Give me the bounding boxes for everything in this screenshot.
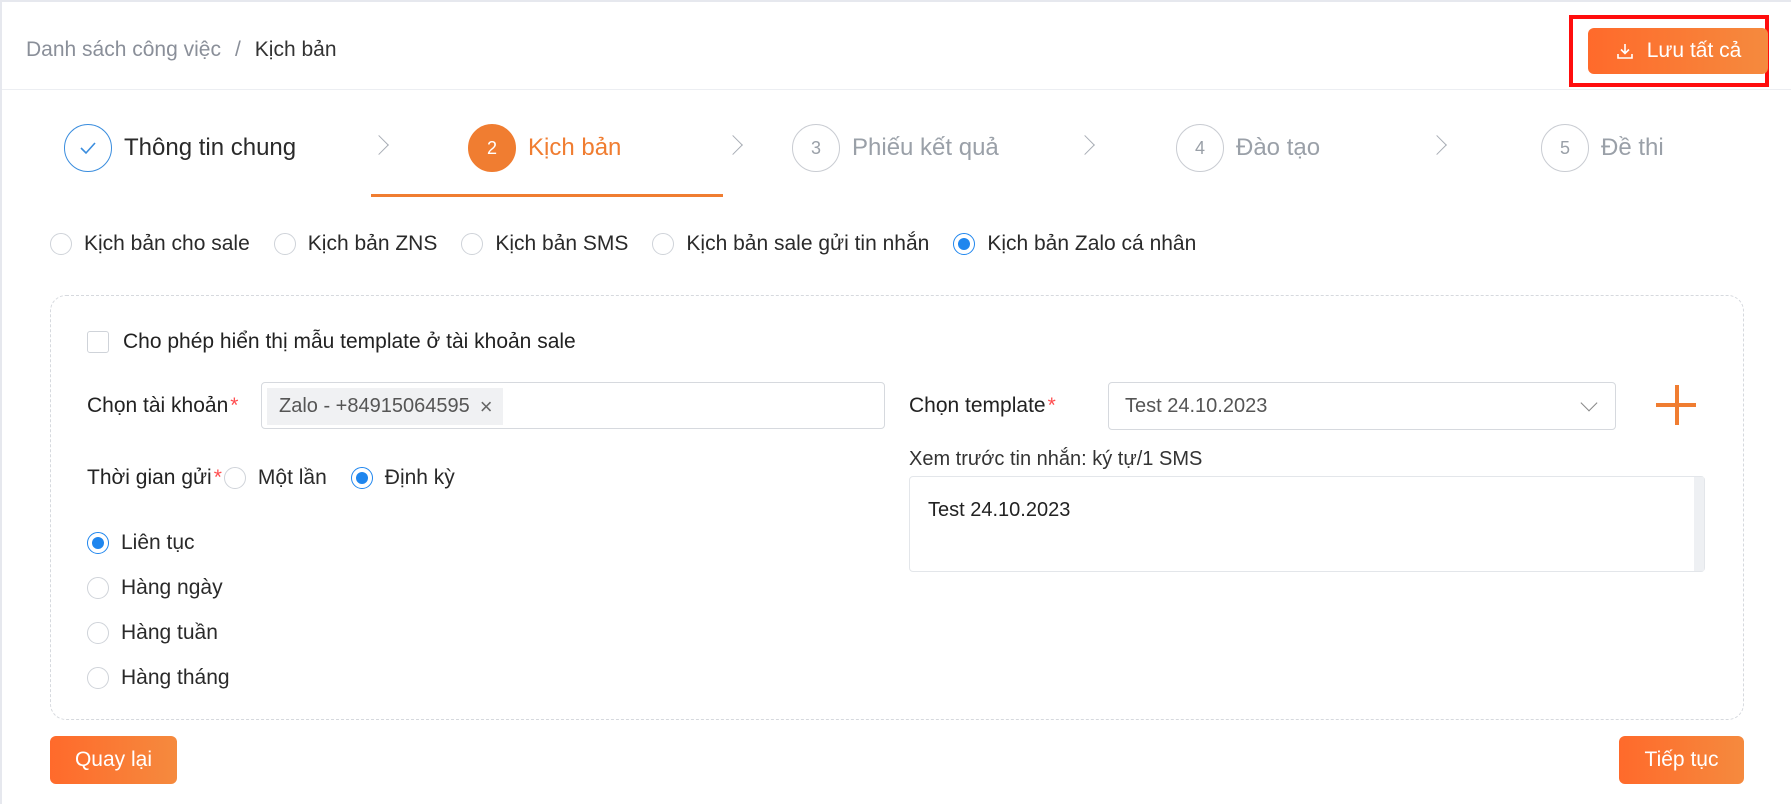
breadcrumb: Danh sách công việc / Kịch bản — [26, 38, 337, 62]
save-all-button[interactable]: Lưu tất cả — [1588, 28, 1768, 74]
radio-label: Hàng tuần — [121, 620, 218, 644]
breadcrumb-current: Kịch bản — [254, 38, 337, 61]
template-select-value: Test 24.10.2023 — [1125, 394, 1268, 417]
radio-label: Kịch bản SMS — [495, 232, 629, 255]
radio-label: Kịch bản sale gửi tin nhắn — [686, 232, 930, 255]
radio-circle[interactable] — [461, 233, 484, 255]
radio-circle[interactable] — [223, 467, 246, 489]
step-number: 4 — [1176, 124, 1224, 172]
step-label: Phiếu kết quả — [852, 134, 999, 161]
show-template-label: Cho phép hiển thị mẫu template ở tài kho… — [123, 330, 576, 353]
template-select[interactable]: Test 24.10.2023 — [1108, 382, 1616, 430]
page: Danh sách công việc / Kịch bản Lưu tất c… — [0, 0, 1791, 804]
close-icon[interactable]: × — [480, 395, 493, 418]
breadcrumb-separator: / — [234, 38, 241, 61]
preview-content: Test 24.10.2023 — [928, 499, 1071, 521]
show-template-checkbox[interactable] — [87, 331, 109, 353]
radio-script-zns[interactable]: Kịch bản ZNS — [273, 232, 438, 256]
chevron-right-icon — [1075, 135, 1095, 155]
active-step-underline — [371, 194, 723, 197]
step-number: 3 — [792, 124, 840, 172]
check-icon — [64, 124, 112, 172]
step-number: 5 — [1541, 124, 1589, 172]
radio-script-sale-message[interactable]: Kịch bản sale gửi tin nhắn — [652, 232, 929, 256]
radio-script-sale[interactable]: Kịch bản cho sale — [50, 232, 250, 256]
step-result-form[interactable]: 3 Phiếu kết quả — [792, 124, 999, 172]
radio-script-sms[interactable]: Kịch bản SMS — [461, 232, 628, 256]
step-label: Đề thi — [1601, 134, 1664, 161]
radio-send-periodic[interactable]: Định kỳ — [350, 466, 455, 490]
step-training[interactable]: 4 Đào tạo — [1176, 124, 1320, 172]
step-number: 2 — [468, 124, 516, 172]
radio-label: Hàng tháng — [121, 665, 230, 689]
send-time-label-text: Thời gian gửi — [87, 466, 212, 489]
script-type-radio-group: Kịch bản cho sale Kịch bản ZNS Kịch bản … — [50, 232, 1220, 256]
radio-circle[interactable] — [87, 576, 109, 599]
required-mark: * — [1047, 394, 1056, 417]
radio-circle[interactable] — [87, 621, 109, 644]
step-general-info[interactable]: Thông tin chung — [64, 124, 296, 172]
radio-circle-checked[interactable] — [87, 531, 109, 554]
radio-label: Kịch bản cho sale — [84, 232, 250, 255]
account-select[interactable]: Zalo - +84915064595 × — [261, 382, 885, 429]
chevron-right-icon — [369, 135, 389, 155]
radio-circle-checked[interactable] — [953, 233, 976, 255]
step-bar: Thông tin chung 2 Kịch bản 3 Phiếu kết q… — [2, 102, 1791, 202]
required-mark: * — [230, 394, 239, 417]
message-preview: Test 24.10.2023 — [909, 476, 1705, 572]
preview-label: Xem trước tin nhắn: ký tự/1 SMS — [909, 448, 1203, 470]
chevron-right-icon — [723, 135, 743, 155]
save-all-label: Lưu tất cả — [1646, 39, 1742, 62]
send-time-row: Thời gian gửi* Một lần Định kỳ — [87, 466, 479, 490]
step-label: Đào tạo — [1236, 134, 1321, 161]
radio-circle[interactable] — [273, 233, 296, 255]
script-config-panel: Cho phép hiển thị mẫu template ở tài kho… — [50, 295, 1744, 720]
radio-label: Một lần — [257, 466, 327, 489]
chevron-down-icon — [1580, 394, 1598, 412]
step-label: Kịch bản — [528, 134, 622, 161]
preview-scrollbar[interactable] — [1694, 477, 1704, 571]
step-script[interactable]: 2 Kịch bản — [468, 124, 621, 172]
radio-frequency-continuous[interactable]: Liên tục — [87, 530, 230, 555]
step-label: Thông tin chung — [124, 134, 297, 161]
radio-circle[interactable] — [87, 666, 109, 689]
radio-frequency-monthly[interactable]: Hàng tháng — [87, 665, 230, 690]
radio-label: Định kỳ — [384, 466, 455, 489]
account-label-text: Chọn tài khoản — [87, 394, 229, 417]
send-time-label: Thời gian gửi* — [87, 466, 222, 490]
radio-send-once[interactable]: Một lần — [223, 466, 327, 490]
chevron-right-icon — [1427, 135, 1447, 155]
radio-circle[interactable] — [652, 233, 675, 255]
template-field-label: Chọn template* — [909, 394, 1056, 418]
radio-label: Kịch bản ZNS — [307, 232, 438, 255]
required-mark: * — [213, 466, 222, 489]
download-icon — [1616, 44, 1633, 59]
account-field-label: Chọn tài khoản* — [87, 394, 238, 418]
radio-frequency-daily[interactable]: Hàng ngày — [87, 575, 230, 600]
account-tag-label: Zalo - +84915064595 — [279, 395, 470, 417]
radio-script-zalo-personal[interactable]: Kịch bản Zalo cá nhân — [953, 232, 1196, 256]
step-exam[interactable]: 5 Đề thi — [1541, 124, 1664, 172]
radio-circle-checked[interactable] — [350, 467, 373, 489]
add-template-plus-icon[interactable] — [1653, 382, 1699, 428]
radio-label: Liên tục — [121, 530, 195, 554]
show-template-option[interactable]: Cho phép hiển thị mẫu template ở tài kho… — [87, 330, 576, 354]
template-label-text: Chọn template — [909, 394, 1046, 417]
next-button[interactable]: Tiếp tục — [1619, 736, 1744, 784]
frequency-radio-group: Liên tục Hàng ngày Hàng tuần Hàng tháng — [87, 530, 254, 690]
back-button[interactable]: Quay lại — [50, 736, 177, 784]
header: Danh sách công việc / Kịch bản Lưu tất c… — [2, 2, 1791, 90]
breadcrumb-parent-link[interactable]: Danh sách công việc — [26, 38, 221, 62]
account-tag: Zalo - +84915064595 × — [267, 388, 503, 425]
radio-label: Hàng ngày — [121, 575, 223, 599]
radio-circle[interactable] — [50, 233, 72, 255]
radio-frequency-weekly[interactable]: Hàng tuần — [87, 620, 230, 645]
radio-label: Kịch bản Zalo cá nhân — [987, 232, 1197, 255]
